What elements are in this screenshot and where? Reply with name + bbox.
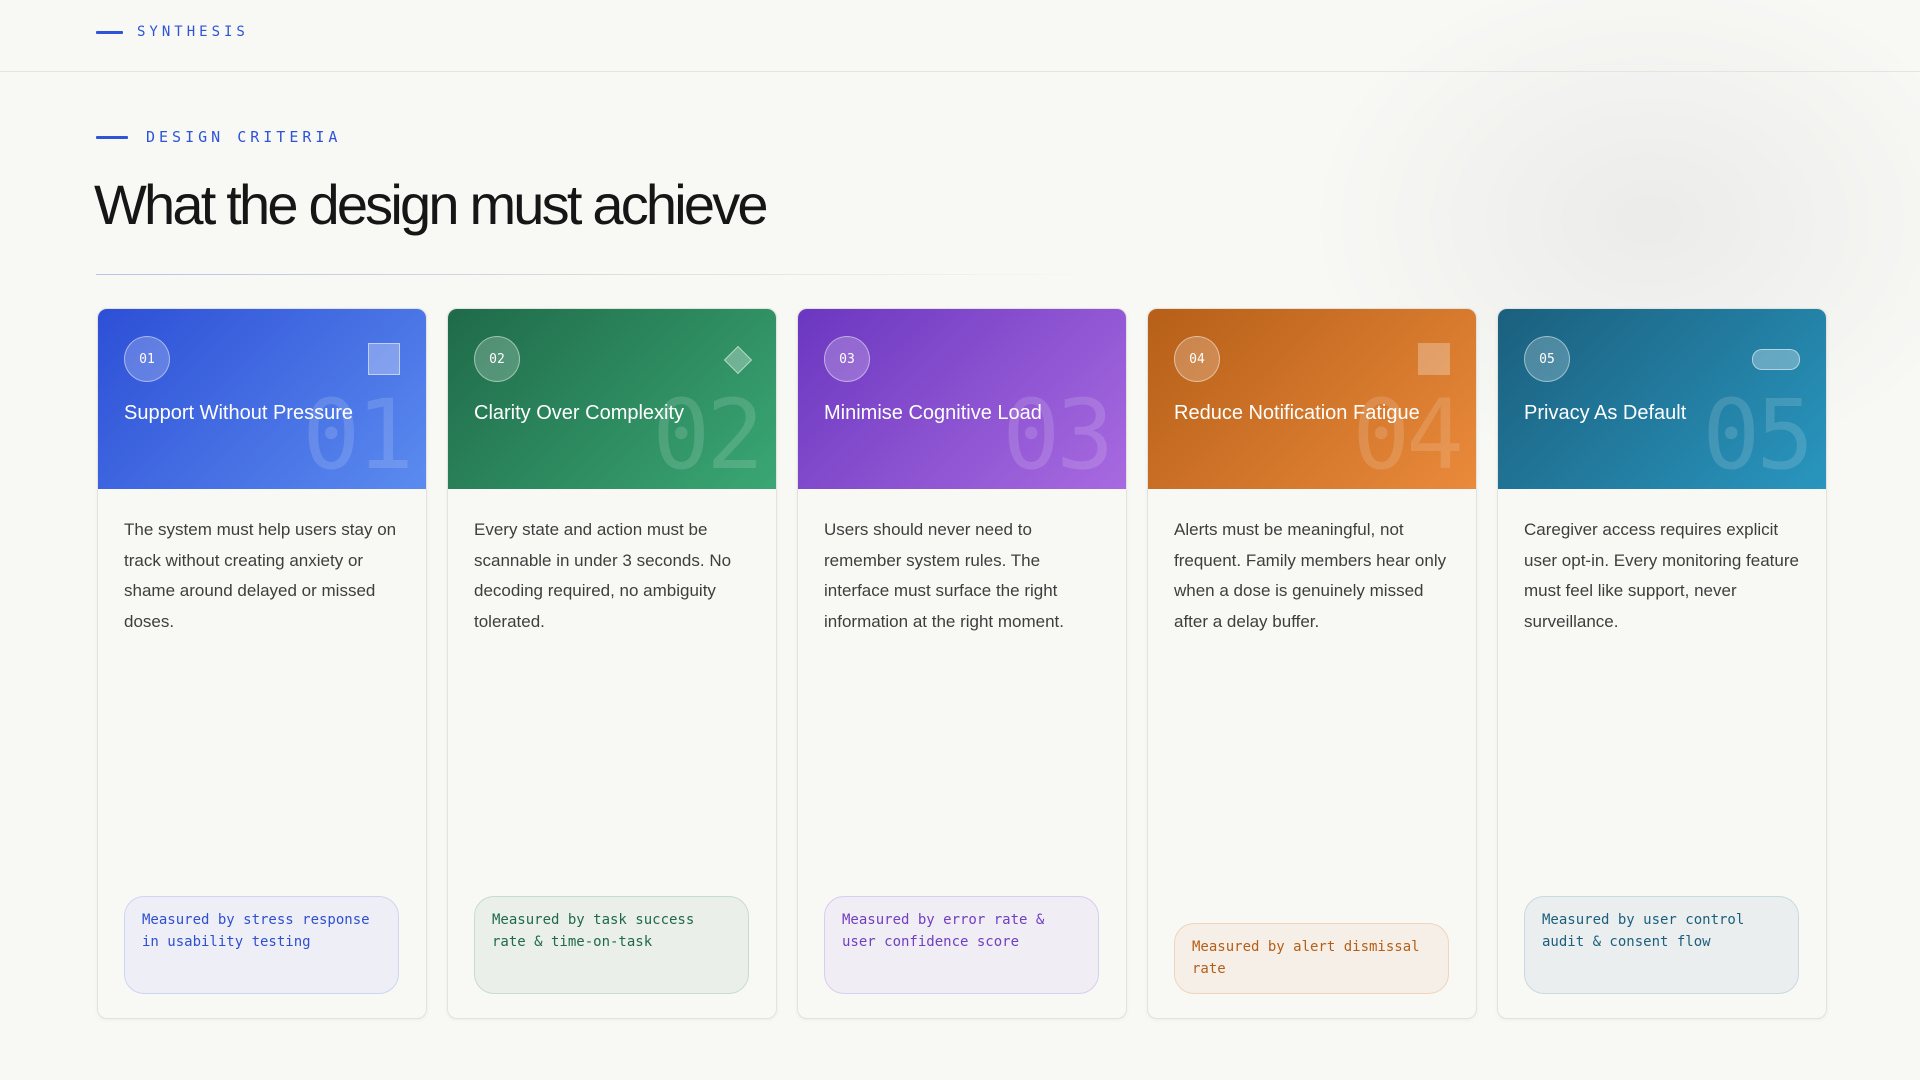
card-header: 04 04 Reduce Notification Fatigue xyxy=(1148,309,1476,489)
pill-icon xyxy=(1752,349,1800,370)
card-metric-badge: Measured by task success rate & time-on-… xyxy=(474,896,749,994)
criteria-cards: 01 01 Support Without Pressure The syste… xyxy=(97,308,1827,1019)
card-title: Minimise Cognitive Load xyxy=(824,402,1042,424)
diamond-icon xyxy=(723,345,753,375)
card-ghost-number: 05 xyxy=(1702,379,1814,489)
card-description: The system must help users stay on track… xyxy=(124,520,397,631)
top-eyebrow-label: SYNTHESIS xyxy=(137,24,249,40)
card-number-badge: 01 xyxy=(124,336,170,382)
card-description: Caregiver access requires explicit user … xyxy=(1524,520,1799,631)
section-eyebrow-label: DESIGN CRITERIA xyxy=(146,128,342,146)
card-description: Alerts must be meaningful, not frequent.… xyxy=(1174,520,1447,631)
criteria-card-cognitive-load: 03 03 Minimise Cognitive Load Users shou… xyxy=(797,308,1127,1019)
card-metric-badge: Measured by error rate & user confidence… xyxy=(824,896,1099,994)
card-title: Privacy As Default xyxy=(1524,402,1687,424)
card-number-badge: 05 xyxy=(1524,336,1570,382)
top-bar: SYNTHESIS xyxy=(0,0,1920,72)
criteria-card-notification-fatigue: 04 04 Reduce Notification Fatigue Alerts… xyxy=(1147,308,1477,1019)
square-icon xyxy=(368,343,400,375)
criteria-card-clarity: 02 02 Clarity Over Complexity Every stat… xyxy=(447,308,777,1019)
card-description: Every state and action must be scannable… xyxy=(474,520,732,631)
card-header: 03 03 Minimise Cognitive Load xyxy=(798,309,1126,489)
criteria-card-support: 01 01 Support Without Pressure The syste… xyxy=(97,308,427,1019)
top-eyebrow: SYNTHESIS xyxy=(96,24,249,40)
card-number-badge: 02 xyxy=(474,336,520,382)
card-metric-badge: Measured by user control audit & consent… xyxy=(1524,896,1799,994)
card-title: Support Without Pressure xyxy=(124,402,353,424)
square-icon xyxy=(1418,343,1450,375)
page-title: What the design must achieve xyxy=(94,173,769,236)
card-header: 05 05 Privacy As Default xyxy=(1498,309,1826,489)
title-divider xyxy=(96,274,1096,275)
card-number-badge: 04 xyxy=(1174,336,1220,382)
criteria-card-privacy: 05 05 Privacy As Default Caregiver acces… xyxy=(1497,308,1827,1019)
card-description: Users should never need to remember syst… xyxy=(824,520,1065,631)
eyebrow-line xyxy=(96,135,128,139)
card-header: 01 01 Support Without Pressure xyxy=(98,309,426,489)
card-number-badge: 03 xyxy=(824,336,870,382)
card-metric-badge: Measured by alert dismissal rate xyxy=(1174,923,1449,994)
eyebrow-line xyxy=(96,30,123,34)
card-header: 02 02 Clarity Over Complexity xyxy=(448,309,776,489)
card-title: Clarity Over Complexity xyxy=(474,402,685,424)
card-title: Reduce Notification Fatigue xyxy=(1174,402,1420,424)
card-metric-badge: Measured by stress response in usability… xyxy=(124,896,399,994)
section-eyebrow: DESIGN CRITERIA xyxy=(96,128,341,146)
